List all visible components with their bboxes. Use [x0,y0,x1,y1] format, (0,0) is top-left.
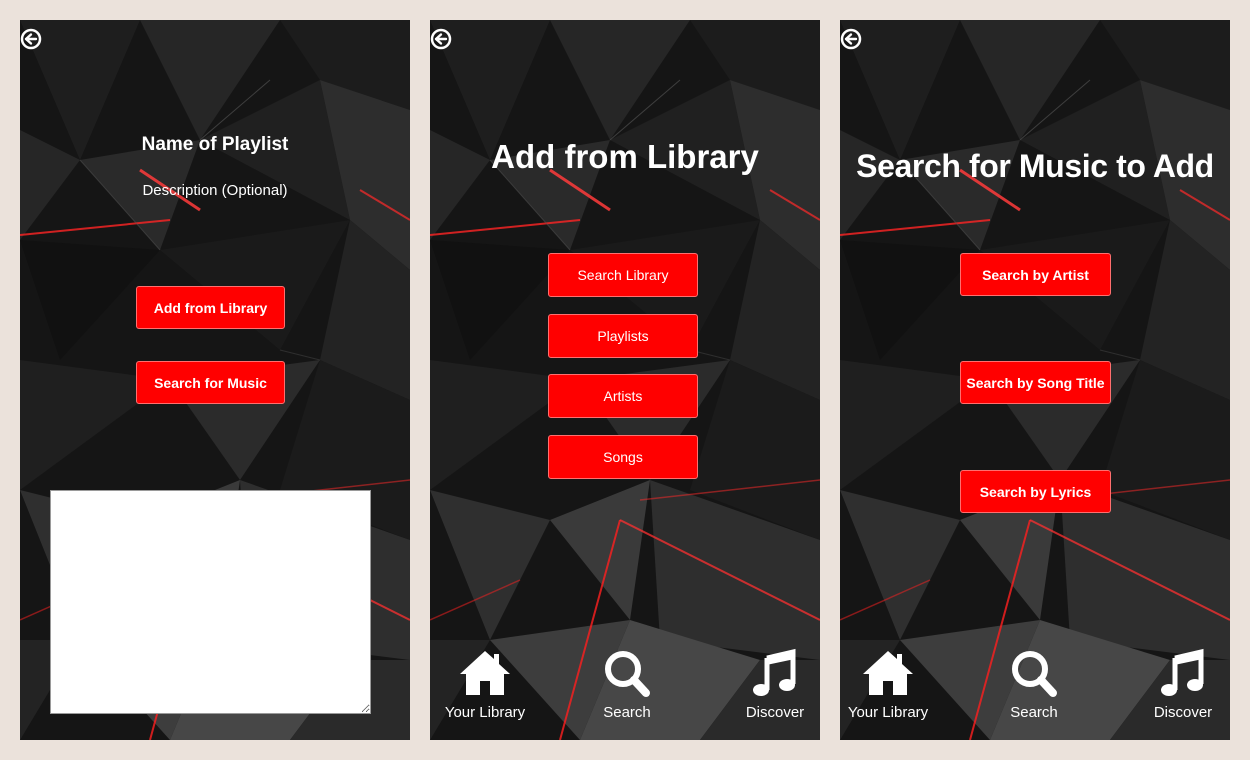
nav-label: Discover [1153,704,1213,721]
nav-discover[interactable]: Discover [1128,648,1230,726]
home-icon [863,651,913,695]
nav-your-library[interactable]: Your Library [430,648,540,726]
add-from-library-button[interactable]: Add from Library [136,286,285,329]
add-from-library-screen: Add from Library Search Library Playlist… [430,20,820,740]
search-by-artist-button[interactable]: Search by Artist [960,253,1111,296]
create-playlist-screen: Name of Playlist Description (Optional) … [20,20,410,740]
nav-label: Discover [745,704,805,721]
music-note-icon [753,648,796,696]
page-title: Search for Music to Add [856,148,1214,184]
nav-label: Your Library [444,704,526,721]
back-arrow-icon[interactable] [20,28,42,50]
nav-your-library[interactable]: Your Library [840,648,943,726]
search-for-music-button[interactable]: Search for Music [136,361,285,404]
playlist-textarea[interactable] [50,490,371,714]
search-music-screen: Search for Music to Add Search by Artist… [840,20,1230,740]
nav-discover[interactable]: Discover [720,648,820,726]
music-note-icon [1161,648,1204,696]
nav-search[interactable]: Search [979,648,1089,726]
nav-search[interactable]: Search [572,648,682,726]
songs-button[interactable]: Songs [548,435,698,479]
nav-label: Search [1010,704,1058,721]
nav-label: Your Library [847,704,929,721]
home-icon [460,651,510,695]
artists-button[interactable]: Artists [548,374,698,418]
search-by-song-title-button[interactable]: Search by Song Title [960,361,1111,404]
search-by-lyrics-button[interactable]: Search by Lyrics [960,470,1111,513]
back-arrow-icon[interactable] [840,28,862,50]
playlist-description-field[interactable]: Description (Optional) [20,182,410,199]
search-library-button[interactable]: Search Library [548,253,698,297]
playlists-button[interactable]: Playlists [548,314,698,358]
back-arrow-icon[interactable] [430,28,452,50]
playlist-name-field[interactable]: Name of Playlist [20,134,410,156]
nav-label: Search [603,704,651,721]
page-title: Add from Library [491,138,759,175]
search-icon [605,651,650,697]
search-icon [1012,651,1057,697]
